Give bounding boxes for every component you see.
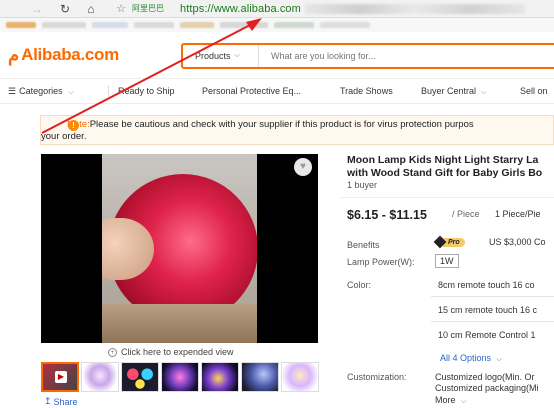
note-line-2: your order. (41, 131, 87, 142)
search-input[interactable] (259, 45, 554, 67)
thumbnail-strip: ▶ (41, 362, 319, 392)
bookmark-item[interactable] (92, 22, 128, 28)
secure-label: 阿里巴巴 (132, 4, 164, 13)
play-icon: ▶ (55, 371, 67, 383)
category-nav: ☰ Categories ⌵ Ready to Ship Personal Prot… (0, 78, 554, 104)
browser-toolbar: → ↻ ⌂ ☆ 阿里巴巴 https://www.alibaba.com (0, 0, 554, 18)
home-icon[interactable]: ⌂ (84, 2, 98, 16)
alibaba-logo[interactable]: م Alibaba.com (8, 45, 119, 66)
thumbnail-image[interactable] (201, 362, 239, 392)
all-options-link[interactable]: All 4 Options ⌵ (440, 353, 502, 364)
thumbnail-image[interactable] (121, 362, 159, 392)
search-category-dropdown[interactable]: Products ⌵ (183, 45, 259, 67)
product-video-frame (102, 154, 257, 343)
price-unit: / Piece (452, 209, 480, 219)
url-text[interactable]: https://www.alibaba.com (180, 3, 301, 15)
thumbnail-video[interactable]: ▶ (41, 362, 79, 392)
product-title: Moon Lamp Kids Night Light Starry La wit… (347, 154, 554, 180)
buyer-central-label: Buyer Central (421, 86, 477, 96)
bookmarks-bar (0, 18, 554, 32)
bookmark-item[interactable] (220, 22, 268, 28)
bookmark-item[interactable] (274, 22, 314, 28)
more-label: More (435, 395, 456, 405)
logo-text: Alibaba.com (21, 45, 119, 64)
product-title-line-2: with Wood Stand Gift for Baby Girls Bo (347, 167, 543, 179)
nav-divider (108, 85, 109, 97)
nav-item-buyer-central[interactable]: Buyer Central ⌵ (421, 86, 486, 97)
search-category-label: Products (195, 51, 231, 61)
customization-label: Customization: (347, 372, 407, 382)
bookmark-item[interactable] (134, 22, 174, 28)
categories-menu[interactable]: ☰ Categories ⌵ (8, 86, 74, 97)
share-icon: ↥ (44, 396, 52, 406)
nav-item-trade-shows[interactable]: Trade Shows (340, 86, 393, 96)
product-video-player[interactable] (41, 154, 318, 343)
zoom-icon: + (108, 347, 117, 357)
expand-view-link[interactable]: + Click here to expended view (108, 347, 234, 357)
benefits-label: Benefits (347, 240, 380, 250)
divider (340, 197, 554, 198)
bookmark-item[interactable] (180, 22, 214, 28)
chevron-down-icon: ⌵ (68, 89, 74, 96)
menu-icon: ☰ (8, 86, 17, 96)
divider (431, 321, 554, 322)
chevron-down-icon: ⌵ (234, 52, 240, 59)
more-link[interactable]: More ⌵ (435, 395, 466, 406)
bookmark-star-icon[interactable]: ☆ (114, 2, 128, 16)
min-order-quantity: 1 Piece/Pie (495, 209, 541, 219)
color-option[interactable]: 8cm remote touch 16 co (438, 280, 535, 290)
bookmark-item[interactable] (6, 22, 36, 28)
lamp-power-option[interactable]: 1W (435, 254, 459, 268)
address-bar[interactable]: ☆ 阿里巴巴 https://www.alibaba.com (104, 2, 525, 16)
chevron-down-icon: ⌵ (496, 356, 502, 363)
nav-item-sell-on[interactable]: Sell on (520, 86, 548, 96)
favorite-heart-icon[interactable]: ♥ (294, 158, 312, 176)
chevron-down-icon: ⌵ (461, 398, 467, 405)
thumbnail-image[interactable] (281, 362, 319, 392)
customization-option: Customized logo(Min. Or (435, 372, 535, 382)
share-link[interactable]: ↥ Share (44, 396, 78, 407)
divider (431, 296, 554, 297)
color-option[interactable]: 10 cm Remote Control 1 (438, 330, 536, 340)
site-header: م Alibaba.com Products ⌵ (0, 32, 554, 78)
note-line-1: Note:Please be cautious and check with y… (67, 119, 553, 131)
color-option[interactable]: 15 cm remote touch 16 c (438, 305, 537, 315)
lamp-power-label: Lamp Power(W): (347, 257, 415, 267)
nav-item-personal-protective[interactable]: Personal Protective Eq... (202, 86, 301, 96)
categories-label: Categories (19, 86, 63, 96)
reload-icon[interactable]: ↻ (58, 2, 72, 16)
chevron-down-icon: ⌵ (481, 89, 487, 96)
wood-table-image (102, 304, 257, 343)
bookmark-item[interactable] (42, 22, 86, 28)
alibaba-logo-icon: م (8, 44, 20, 65)
thumbnail-image[interactable] (161, 362, 199, 392)
thumbnail-image[interactable] (241, 362, 279, 392)
color-label: Color: (347, 280, 372, 290)
expand-view-text: Click here to expended view (121, 347, 234, 357)
product-title-line-1: Moon Lamp Kids Night Light Starry La (347, 154, 539, 166)
note-text: Please be cautious and check with your s… (89, 119, 474, 130)
price-range: $6.15 - $11.15 (347, 208, 427, 222)
thumbnail-image[interactable] (81, 362, 119, 392)
pro-badge[interactable]: Pro (433, 235, 465, 249)
url-blurred-part (304, 3, 525, 14)
all-options-label: All 4 Options (440, 353, 492, 363)
virus-protection-note: ! Note:Please be cautious and check with… (40, 115, 554, 145)
customization-option: Customized packaging(Mi (435, 383, 539, 393)
forward-icon[interactable]: → (30, 2, 44, 16)
buyer-count: 1 buyer (347, 180, 378, 190)
share-label: Share (53, 396, 78, 407)
nav-item-ready-to-ship[interactable]: Ready to Ship (118, 86, 175, 96)
warning-icon: ! (68, 120, 79, 131)
bookmark-item[interactable] (320, 22, 370, 28)
benefit-text: US $3,000 Co (489, 237, 546, 247)
search-box: Products ⌵ (181, 43, 554, 69)
